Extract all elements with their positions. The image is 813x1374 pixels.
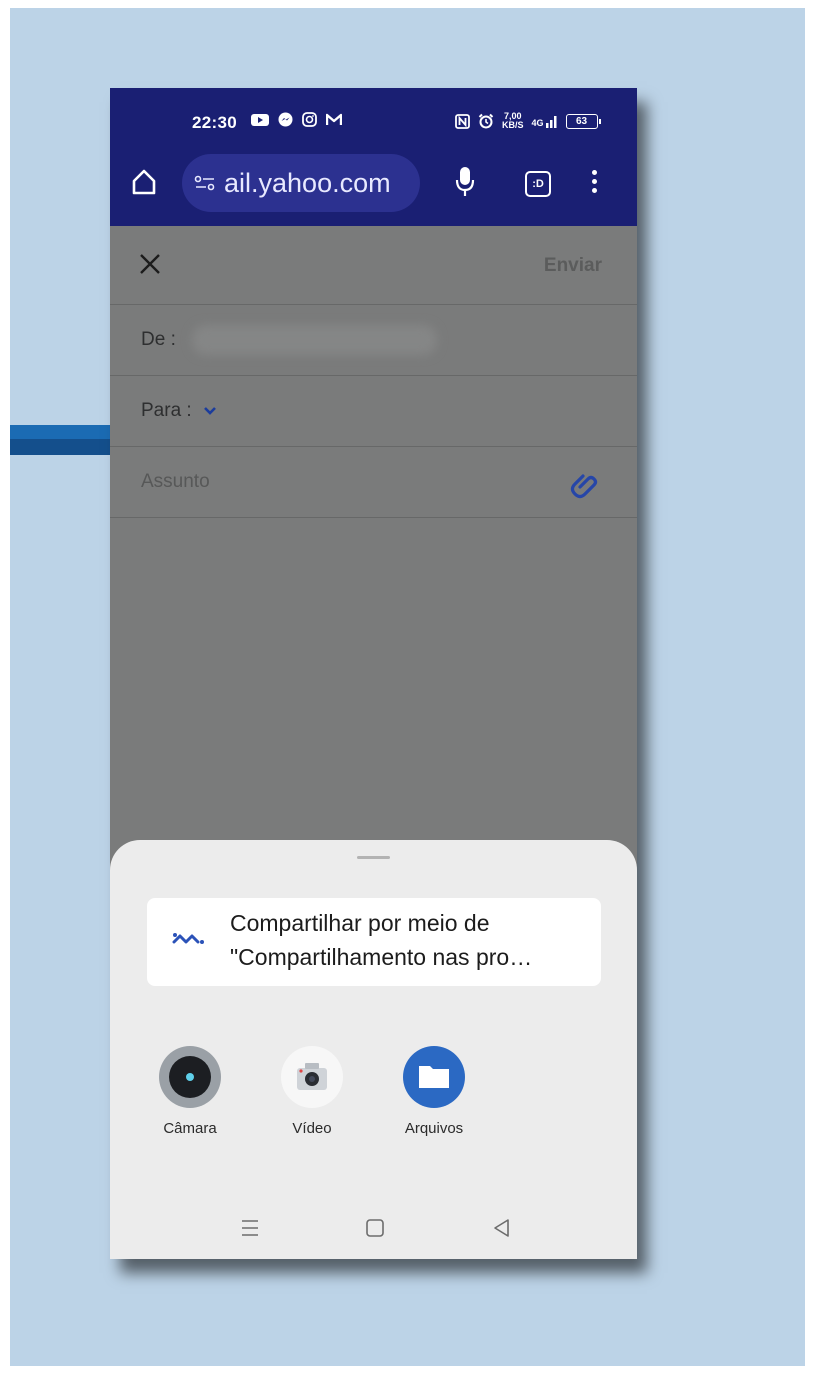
gmail-icon	[326, 113, 342, 125]
close-icon[interactable]	[138, 252, 162, 276]
accent-bar	[10, 425, 111, 455]
system-icons: 7,00 KB/S 4G 63	[455, 112, 601, 130]
status-time: 22:30	[192, 113, 237, 132]
nearby-share-icon	[172, 933, 204, 944]
battery-indicator: 63	[565, 113, 601, 129]
share-bottom-sheet: Compartilhar por meio de "Compartilhamen…	[110, 840, 637, 1259]
instagram-icon	[302, 112, 317, 127]
browser-header: 22:30 7,00 KB/S 4G 63 ail.yahoo.com:D	[110, 88, 637, 226]
share-line2: "Compartilhamento nas pro…	[230, 944, 533, 970]
phone-screen: 22:30 7,00 KB/S 4G 63 ail.yahoo.com:D E…	[110, 88, 637, 1259]
home-nav-icon[interactable]	[365, 1218, 385, 1238]
alarm-icon	[478, 113, 494, 129]
subject-input[interactable]: Assunto	[141, 471, 210, 493]
address-bar[interactable]: ail.yahoo.com	[182, 154, 420, 212]
browser-toolbar: ail.yahoo.com :D	[110, 152, 637, 216]
share-option-text: Compartilhar por meio de "Compartilhamen…	[230, 906, 590, 974]
from-field[interactable]: De :	[110, 305, 637, 376]
more-options-icon[interactable]	[592, 170, 598, 197]
camera-icon	[159, 1046, 221, 1108]
folder-icon	[403, 1046, 465, 1108]
recents-menu-icon[interactable]	[240, 1218, 260, 1238]
compose-form: Enviar De : Para : Assunto	[110, 226, 637, 518]
chevron-down-icon[interactable]	[203, 406, 217, 416]
files-app[interactable]: Arquivos	[379, 1046, 489, 1137]
files-label: Arquivos	[404, 1120, 464, 1137]
system-nav-bar	[110, 1210, 637, 1250]
camera-label: Câmara	[163, 1120, 217, 1137]
status-bar: 22:30 7,00 KB/S 4G 63	[110, 88, 637, 148]
tab-switcher-button[interactable]: :D	[525, 171, 551, 197]
url-text: ail.yahoo.com	[224, 167, 391, 198]
network-speed: 7,00 KB/S	[502, 112, 524, 130]
video-camera-icon	[281, 1046, 343, 1108]
share-line1: Compartilhar por meio de	[230, 910, 490, 936]
camera-app[interactable]: Câmara	[135, 1046, 245, 1137]
from-label: De :	[141, 329, 176, 350]
sheet-drag-handle[interactable]	[357, 856, 390, 859]
signal-icon	[545, 116, 557, 128]
video-app[interactable]: Vídeo	[257, 1046, 367, 1137]
youtube-icon	[251, 113, 269, 126]
back-nav-icon[interactable]	[492, 1218, 512, 1238]
paperclip-icon[interactable]	[570, 469, 600, 499]
to-label: Para :	[141, 400, 192, 421]
to-label-wrap: Para :	[141, 400, 217, 422]
to-field[interactable]: Para :	[110, 376, 637, 447]
subject-field[interactable]: Assunto	[110, 447, 637, 518]
nfc-icon	[455, 113, 470, 129]
home-icon[interactable]	[130, 168, 158, 196]
nearby-share-option[interactable]: Compartilhar por meio de "Compartilhamen…	[147, 898, 601, 986]
notification-icons	[251, 112, 342, 127]
microphone-icon[interactable]	[455, 166, 475, 198]
redacted-sender	[192, 325, 437, 355]
video-label: Vídeo	[292, 1120, 332, 1137]
compose-header: Enviar	[110, 226, 637, 305]
messenger-icon	[278, 112, 293, 127]
site-settings-icon[interactable]	[194, 175, 216, 191]
network-type: 4G	[531, 118, 544, 128]
network-speed-unit: KB/S	[502, 120, 524, 130]
send-button[interactable]: Enviar	[544, 255, 602, 277]
